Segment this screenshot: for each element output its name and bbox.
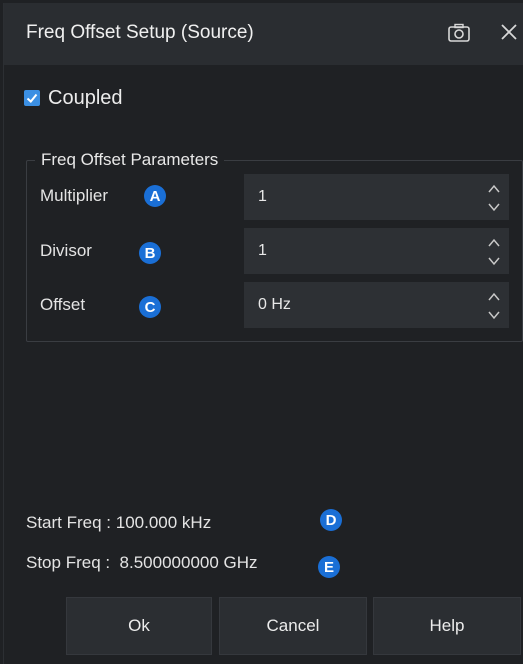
chevron-up-icon[interactable] (487, 236, 501, 248)
callout-badge-e: E (318, 556, 340, 578)
coupled-checkbox[interactable]: Coupled (24, 86, 123, 110)
offset-label: Offset (40, 295, 86, 314)
title-bar: Freq Offset Setup (Source) (4, 3, 523, 65)
callout-badge-c: C (139, 296, 161, 318)
start-freq-text: Start Freq : 100.000 kHz (26, 513, 212, 532)
close-icon[interactable] (498, 21, 520, 43)
divisor-spinbox[interactable]: 1 (244, 228, 509, 274)
ok-button[interactable]: Ok (66, 597, 212, 655)
stop-freq-text: Stop Freq : 8.500000000 GHz (26, 553, 258, 572)
offset-spinbox[interactable]: 0 Hz (244, 282, 509, 328)
chevron-down-icon[interactable] (487, 200, 501, 212)
dialog-title: Freq Offset Setup (Source) (26, 22, 254, 43)
divisor-value[interactable]: 1 (258, 242, 267, 260)
freq-offset-dialog: Freq Offset Setup (Source) Coupled Freq … (3, 3, 523, 664)
cancel-button[interactable]: Cancel (219, 597, 367, 655)
multiplier-label: Multiplier (40, 186, 109, 205)
divisor-label: Divisor (40, 241, 92, 260)
multiplier-value[interactable]: 1 (258, 188, 267, 206)
offset-value[interactable]: 0 Hz (258, 296, 291, 314)
camera-icon[interactable] (447, 23, 471, 43)
multiplier-spinbox[interactable]: 1 (244, 174, 509, 220)
callout-badge-d: D (320, 509, 342, 531)
help-button[interactable]: Help (373, 597, 521, 655)
chevron-up-icon[interactable] (487, 182, 501, 194)
chevron-down-icon[interactable] (487, 308, 501, 320)
group-title: Freq Offset Parameters (35, 150, 225, 170)
chevron-up-icon[interactable] (487, 290, 501, 302)
callout-badge-b: B (139, 242, 161, 264)
callout-badge-a: A (144, 185, 166, 207)
chevron-down-icon[interactable] (487, 254, 501, 266)
coupled-label: Coupled (48, 86, 123, 109)
checkbox-checked-icon[interactable] (24, 90, 40, 106)
